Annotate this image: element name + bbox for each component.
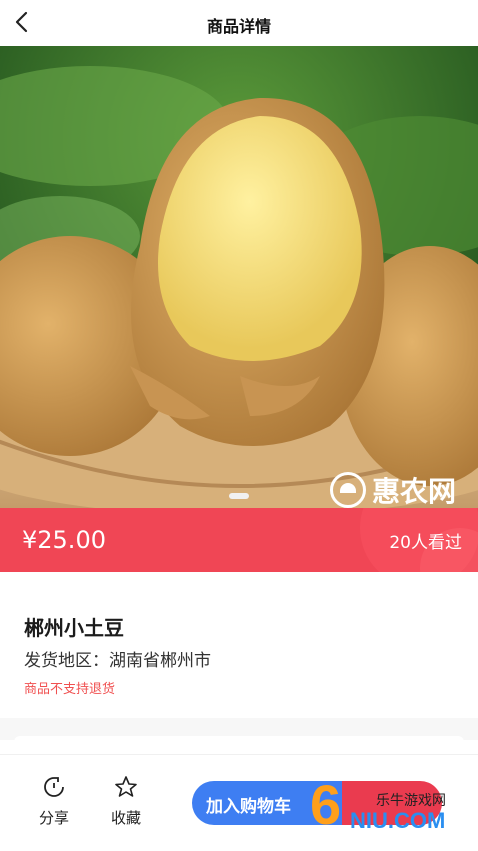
carousel-indicator — [229, 493, 249, 499]
site-number: 6 — [310, 773, 342, 836]
share-icon — [44, 777, 64, 797]
watermark: 惠农网 — [330, 470, 456, 510]
product-image[interactable] — [0, 46, 478, 508]
star-icon — [115, 776, 137, 797]
top-bar: 商品详情 — [0, 0, 478, 46]
favorite-button[interactable]: 收藏 — [96, 775, 156, 828]
watermark-text: 惠农网 — [372, 475, 457, 508]
site-name: 乐牛游戏网 — [376, 793, 446, 809]
product-name: 郴州小土豆 — [24, 616, 124, 640]
site-domain: NIU.COM — [350, 808, 446, 833]
view-count: 20人看过 — [389, 533, 462, 553]
price-bar: ¥25.00 20人看过 — [0, 508, 478, 572]
add-to-cart-label: 加入购物车 — [206, 797, 291, 817]
huinong-logo-icon — [330, 472, 366, 508]
return-notice: 商品不支持退货 — [24, 682, 116, 697]
site-watermark-badge: 6 乐牛游戏网 NIU.COM — [310, 772, 470, 842]
share-label: 分享 — [38, 809, 69, 827]
shipping-origin: 发货地区：湖南省郴州市 — [24, 651, 211, 671]
price: ¥25.00 — [22, 526, 106, 554]
favorite-label: 收藏 — [110, 809, 141, 827]
share-button[interactable]: 分享 — [24, 775, 84, 828]
next-card — [14, 736, 464, 750]
page-title: 商品详情 — [206, 17, 271, 36]
